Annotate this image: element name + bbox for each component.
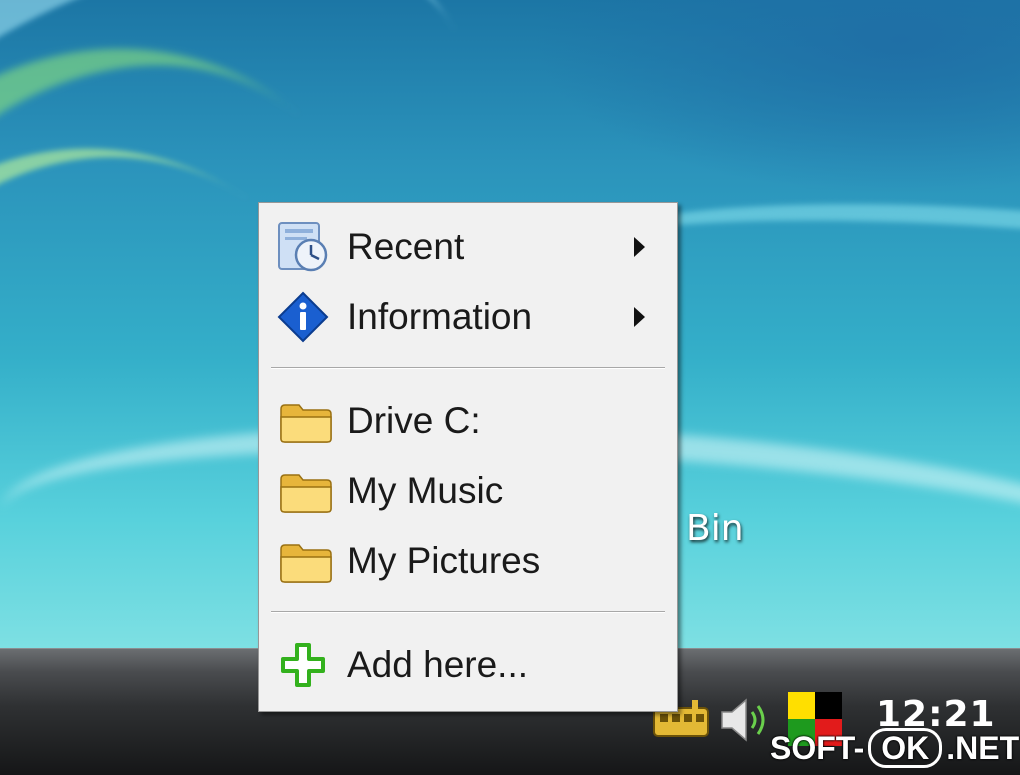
menu-item-label: Drive C:: [347, 400, 481, 441]
folder-icon: [273, 533, 333, 589]
menu-item-label: Information: [347, 296, 533, 337]
desktop-icon-label-recycle-bin[interactable]: Bin: [686, 508, 744, 549]
clock-icon: [273, 219, 333, 275]
plus-icon: [273, 637, 333, 693]
watermark-suffix: .NET: [946, 729, 1020, 766]
watermark-boxed: OK: [868, 728, 943, 768]
watermark-prefix: SOFT-: [770, 729, 865, 766]
menu-item-label: Recent: [347, 226, 465, 267]
submenu-arrow-icon: [634, 237, 645, 257]
context-menu: Recent Information Drive C: My Music My …: [258, 202, 678, 712]
menu-item-recent[interactable]: Recent: [263, 215, 673, 279]
volume-icon[interactable]: [718, 696, 778, 744]
folder-icon: [273, 393, 333, 449]
folder-icon: [273, 463, 333, 519]
menu-item-label: My Music: [347, 470, 504, 511]
menu-item-add-here[interactable]: Add here...: [263, 633, 673, 697]
info-icon: [273, 289, 333, 345]
menu-item-my-music[interactable]: My Music: [263, 459, 673, 523]
submenu-arrow-icon: [634, 307, 645, 327]
watermark: SOFT- OK .NET: [770, 728, 1019, 768]
menu-item-label: Add here...: [347, 644, 529, 685]
menu-item-information[interactable]: Information: [263, 285, 673, 349]
menu-item-label: My Pictures: [347, 540, 541, 581]
menu-item-drive-c[interactable]: Drive C:: [263, 389, 673, 453]
menu-item-my-pictures[interactable]: My Pictures: [263, 529, 673, 593]
menu-separator: [271, 367, 665, 369]
menu-separator: [271, 611, 665, 613]
